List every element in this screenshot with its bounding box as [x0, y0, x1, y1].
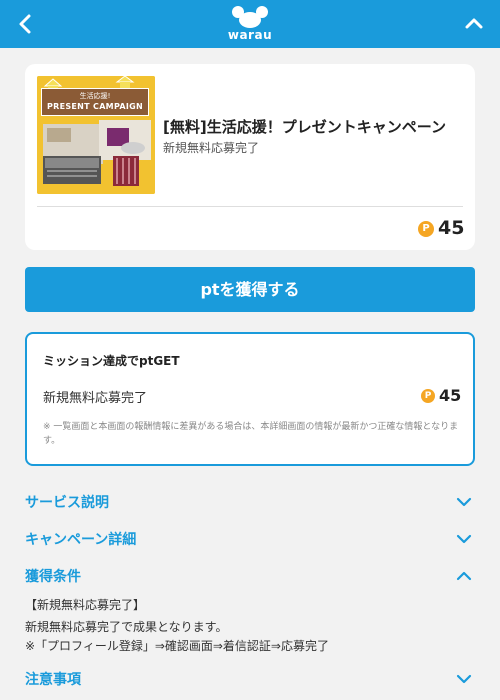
section-label: 注意事項	[25, 672, 81, 688]
section-label: サービス説明	[25, 495, 109, 511]
chevron-up-icon	[456, 571, 472, 581]
mission-box: ミッション達成でptGET 新規無料応募完了 P 45 ※ 一覧画面と本画面の報…	[25, 332, 475, 466]
banner-line2: PRESENT CAMPAIGN	[46, 102, 144, 111]
chevron-down-icon	[456, 497, 472, 507]
back-button[interactable]	[10, 8, 42, 40]
chevron-left-icon	[19, 14, 31, 34]
campaign-title: [無料]生活応援！プレゼントキャンペーン	[163, 118, 446, 136]
point-coin-icon: P	[421, 389, 435, 403]
get-points-button[interactable]: ptを獲得する	[25, 267, 475, 312]
mission-title: ミッション達成でptGET	[43, 354, 180, 368]
conditions-line: 【新規無料応募完了】	[25, 598, 146, 612]
mission-points: 45	[439, 386, 462, 405]
conditions-content: 【新規無料応募完了】 新規無料応募完了で成果となります。 ※「プロフィール登録」…	[25, 596, 475, 656]
section-campaign-detail[interactable]: キャンペーン詳細	[25, 527, 475, 551]
mission-note: ※ 一覧画面と本画面の報酬情報に差異がある場合は、本詳細画面の情報が最新かつ正確…	[43, 422, 459, 446]
warau-logo[interactable]: warau	[226, 5, 274, 45]
campaign-thumbnail: 生活応援! PRESENT CAMPAIGN	[37, 76, 155, 194]
mission-item-label: 新規無料応募完了	[43, 391, 148, 406]
section-label: キャンペーン詳細	[25, 532, 137, 548]
chevron-up-icon	[465, 18, 483, 29]
conditions-line: 新規無料応募完了で成果となります。	[25, 620, 228, 634]
section-label: 獲得条件	[25, 569, 81, 585]
campaign-subtitle: 新規無料応募完了	[163, 141, 260, 155]
campaign-points: 45	[438, 217, 465, 239]
logo-text: warau	[227, 28, 273, 42]
present-campaign-banner: 生活応援! PRESENT CAMPAIGN	[41, 88, 149, 116]
campaign-card[interactable]: 生活応援! PRESENT CAMPAIGN [無料]生活応援！プレゼントキャン…	[25, 64, 475, 250]
chevron-down-icon	[456, 534, 472, 544]
conditions-line: ※「プロフィール登録」⇒確認画面⇒着信認証⇒応募完了	[25, 639, 329, 653]
point-coin-icon: P	[418, 221, 434, 237]
scroll-top-button[interactable]	[458, 8, 490, 40]
header: warau	[0, 0, 500, 48]
section-acquisition-conditions[interactable]: 獲得条件	[25, 564, 475, 588]
banner-line1: 生活応援!	[79, 92, 111, 100]
section-service-description[interactable]: サービス説明	[25, 490, 475, 514]
chevron-down-icon	[456, 674, 472, 684]
section-notes[interactable]: 注意事項	[25, 667, 475, 691]
card-divider	[37, 206, 463, 207]
logo-mark-icon	[232, 6, 268, 28]
